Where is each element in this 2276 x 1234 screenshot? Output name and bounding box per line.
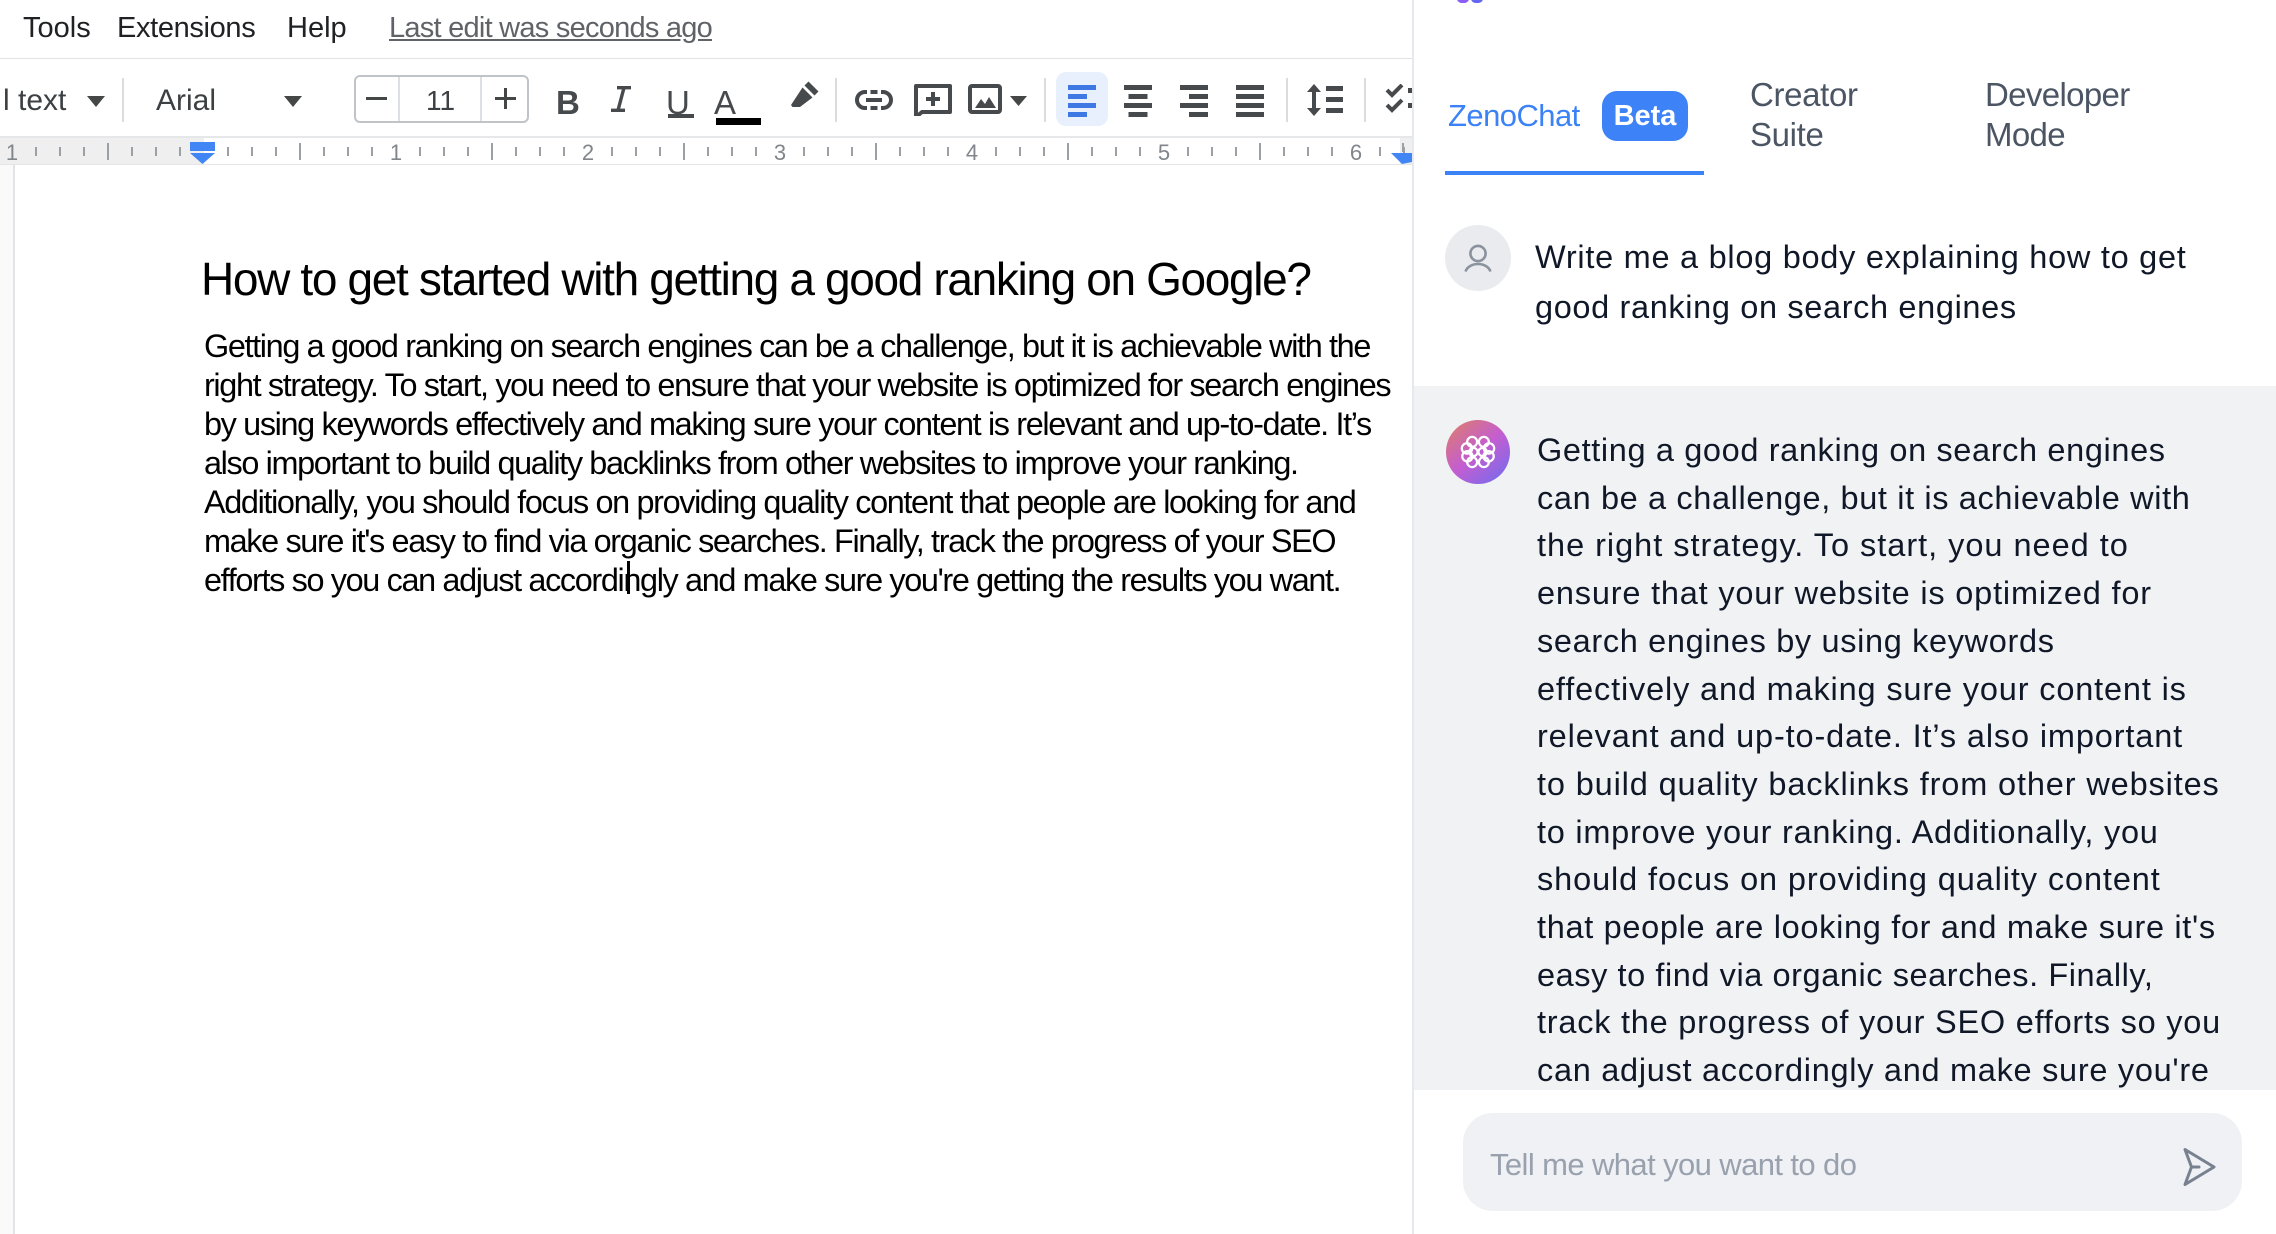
svg-text:5: 5 [1158,140,1170,165]
svg-text:1: 1 [390,140,402,165]
svg-text:1: 1 [6,140,18,165]
svg-text:3: 3 [774,140,786,165]
svg-text:6: 6 [1350,140,1362,165]
svg-text:2: 2 [582,140,594,165]
svg-text:4: 4 [966,140,978,165]
